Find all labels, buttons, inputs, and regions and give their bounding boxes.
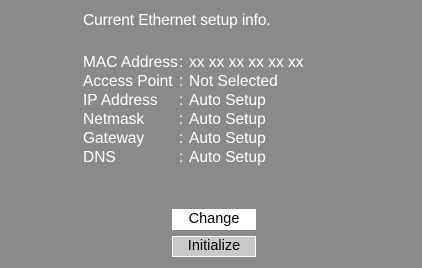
info-value: Not Selected <box>189 73 278 90</box>
initialize-button[interactable]: Initialize <box>172 236 256 257</box>
info-row-access-point: Access Point : Not Selected <box>83 72 304 91</box>
info-row-netmask: Netmask : Auto Setup <box>83 110 304 129</box>
change-button[interactable]: Change <box>172 209 256 230</box>
info-separator: : <box>179 149 184 166</box>
info-label: IP Address <box>83 92 158 109</box>
info-row-ip-address: IP Address : Auto Setup <box>83 91 304 110</box>
info-row-dns: DNS : Auto Setup <box>83 148 304 167</box>
info-separator: : <box>179 111 184 128</box>
info-row-mac-address: MAC Address : xx xx xx xx xx xx <box>83 53 304 72</box>
info-separator: : <box>179 92 184 109</box>
info-label: MAC Address <box>83 54 178 71</box>
info-value: xx xx xx xx xx xx <box>189 54 304 71</box>
info-value: Auto Setup <box>189 92 266 109</box>
info-value: Auto Setup <box>189 149 266 166</box>
info-label: Gateway <box>83 130 145 147</box>
info-label: Access Point <box>83 73 173 90</box>
info-label: DNS <box>83 149 116 166</box>
info-value: Auto Setup <box>189 130 266 147</box>
ethernet-setup-screen: Current Ethernet setup info. MAC Address… <box>0 0 422 268</box>
info-separator: : <box>179 54 184 71</box>
info-separator: : <box>179 130 184 147</box>
screen-title: Current Ethernet setup info. <box>83 12 271 29</box>
info-label: Netmask <box>83 111 145 128</box>
setup-info-list: MAC Address : xx xx xx xx xx xx Access P… <box>83 53 304 167</box>
info-value: Auto Setup <box>189 111 266 128</box>
info-row-gateway: Gateway : Auto Setup <box>83 129 304 148</box>
info-separator: : <box>179 73 184 90</box>
